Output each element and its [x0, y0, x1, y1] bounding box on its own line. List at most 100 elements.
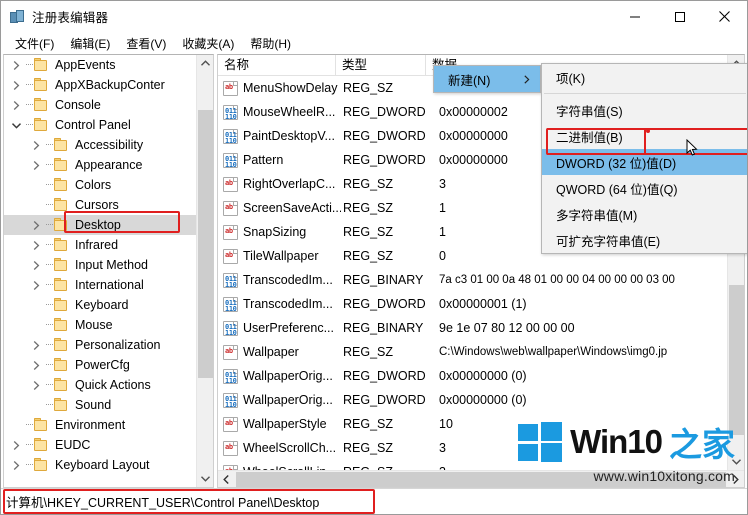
tree-node-environment[interactable]: Environment	[4, 415, 196, 435]
chevron-right-icon[interactable]	[28, 215, 44, 235]
context-menu-item-0[interactable]: 项(K)	[542, 64, 747, 90]
tree-vertical-scrollbar[interactable]	[196, 55, 213, 487]
tree-node-infrared[interactable]: Infrared	[4, 235, 196, 255]
menu-edit[interactable]: 编辑(E)	[62, 33, 118, 54]
value-name-cell: UserPreferenc...	[243, 321, 335, 335]
context-menu-item-new[interactable]: 新建(N)	[434, 66, 540, 92]
tree-node-label: Control Panel	[55, 118, 131, 132]
binary-value-icon: 011 110	[223, 128, 238, 144]
registry-tree[interactable]: AppEvents AppXBackupConter Console Control …	[4, 55, 196, 487]
context-menu-item-3[interactable]: DWORD (32 位)值(D)	[542, 149, 747, 175]
chevron-right-icon[interactable]	[28, 235, 44, 255]
tree-node-powercfg[interactable]: PowerCfg	[4, 355, 196, 375]
chevron-right-icon[interactable]	[8, 75, 24, 95]
table-row[interactable]: 011 110 TranscodedIm... REG_DWORD 0x00000001…	[218, 292, 728, 316]
chevron-right-icon[interactable]	[28, 375, 44, 395]
folder-icon	[54, 298, 70, 312]
value-type-cell: REG_BINARY	[343, 321, 424, 335]
binary-value-icon: 011 110	[223, 296, 238, 312]
context-menu-item-1[interactable]: 字符串值(S)	[542, 97, 747, 123]
table-row[interactable]: 011 110 WallpaperOrig... REG_DWORD 0x0000000…	[218, 388, 728, 412]
menu-favorites[interactable]: 收藏夹(A)	[174, 33, 242, 54]
chevron-right-icon[interactable]	[8, 55, 24, 75]
tree-node-cursors[interactable]: Cursors	[4, 195, 196, 215]
value-name-cell: TranscodedIm...	[243, 273, 333, 287]
tree-node-eudc[interactable]: EUDC	[4, 435, 196, 455]
folder-icon	[54, 378, 70, 392]
folder-icon	[34, 78, 50, 92]
tree-node-keyboard[interactable]: Keyboard	[4, 295, 196, 315]
table-row[interactable]: ab WheelScrollCh... REG_SZ 3	[218, 436, 728, 460]
table-row[interactable]: ab WallpaperStyle REG_SZ 10	[218, 412, 728, 436]
table-row[interactable]: abWheelScrollLin...REG_SZ3	[218, 460, 728, 470]
tree-scroll-down-arrow[interactable]	[197, 470, 213, 487]
table-row[interactable]: 011 110 UserPreferenc... REG_BINARY 9e 1e 07…	[218, 316, 728, 340]
tree-scroll-up-arrow[interactable]	[197, 55, 213, 72]
tree-node-desktop[interactable]: Desktop	[4, 215, 196, 235]
tree-node-international[interactable]: International	[4, 275, 196, 295]
chevron-right-icon[interactable]	[28, 135, 44, 155]
tree-node-appearance[interactable]: Appearance	[4, 155, 196, 175]
context-menu-item-6[interactable]: 可扩充字符串值(E)	[542, 227, 747, 253]
table-row[interactable]: 011 110 WallpaperOrig... REG_DWORD 0x0000000…	[218, 364, 728, 388]
chevron-right-icon[interactable]	[28, 255, 44, 275]
chevron-right-icon[interactable]	[28, 355, 44, 375]
table-row[interactable]: 011 110 TranscodedIm... REG_BINARY 7a c3 01 …	[218, 268, 728, 292]
list-horizontal-scrollbar[interactable]	[218, 470, 744, 487]
chevron-down-icon[interactable]	[8, 115, 24, 135]
title-bar: 注册表编辑器	[1, 1, 747, 32]
folder-icon	[54, 398, 70, 412]
value-type-cell: REG_BINARY	[343, 273, 424, 287]
context-menu-item-4[interactable]: QWORD (64 位)值(Q)	[542, 175, 747, 201]
tree-node-label: Console	[55, 98, 101, 112]
chevron-right-icon[interactable]	[8, 95, 24, 115]
maximize-button[interactable]	[657, 1, 702, 32]
context-submenu-new-types[interactable]: 项(K) 字符串值(S) 二进制值(B) DWORD (32 位)值(D) QWORD …	[541, 63, 747, 254]
list-hscrollbar-thumb[interactable]	[236, 472, 726, 487]
tree-node-sound[interactable]: Sound	[4, 395, 196, 415]
list-scroll-right-arrow[interactable]	[727, 471, 744, 487]
tree-connector-line	[44, 155, 54, 175]
tree-node-colors[interactable]: Colors	[4, 175, 196, 195]
context-menu-new[interactable]: 新建(N)	[433, 65, 541, 93]
tree-node-label: Appearance	[75, 158, 143, 172]
tree-node-quick-actions[interactable]: Quick Actions	[4, 375, 196, 395]
value-name-cell: MenuShowDelay	[243, 81, 338, 95]
minimize-button[interactable]	[612, 1, 657, 32]
chevron-right-icon[interactable]	[28, 155, 44, 175]
value-name-cell: SnapSizing	[243, 225, 307, 239]
tree-node-input-method[interactable]: Input Method	[4, 255, 196, 275]
list-scroll-down-arrow[interactable]	[728, 453, 744, 470]
tree-node-mouse[interactable]: Mouse	[4, 315, 196, 335]
list-scrollbar-thumb[interactable]	[729, 285, 744, 435]
tree-node-console[interactable]: Console	[4, 95, 196, 115]
chevron-right-icon[interactable]	[28, 335, 44, 355]
chevron-right-icon[interactable]	[8, 455, 24, 475]
tree-node-appevents[interactable]: AppEvents	[4, 55, 196, 75]
tree-node-label: Accessibility	[75, 138, 144, 152]
tree-node-personalization[interactable]: Personalization	[4, 335, 196, 355]
chevron-right-icon[interactable]	[8, 435, 24, 455]
tree-connector-line	[44, 235, 54, 255]
menu-view[interactable]: 查看(V)	[118, 33, 174, 54]
column-header-name[interactable]: 名称	[218, 55, 336, 76]
column-header-type[interactable]: 类型	[336, 55, 426, 76]
context-menu-item-label: 项(K)	[556, 71, 586, 86]
tree-node-control-panel[interactable]: Control Panel	[4, 115, 196, 135]
chevron-right-icon[interactable]	[28, 275, 44, 295]
menu-help[interactable]: 帮助(H)	[242, 33, 299, 54]
tree-node-appxbackupconter[interactable]: AppXBackupConter	[4, 75, 196, 95]
tree-node-accessibility[interactable]: Accessibility	[4, 135, 196, 155]
table-row[interactable]: ab Wallpaper REG_SZ C:\Windows\web\wallpape…	[218, 340, 728, 364]
menu-file[interactable]: 文件(F)	[7, 33, 62, 54]
list-scroll-left-arrow[interactable]	[218, 471, 235, 487]
context-menu-item-5[interactable]: 多字符串值(M)	[542, 201, 747, 227]
registry-editor-window: 注册表编辑器 文件(F) 编辑(E) 查看(V) 收藏夹(A) 帮助(H) Ap…	[0, 0, 748, 515]
context-menu-item-2[interactable]: 二进制值(B)	[542, 123, 747, 149]
tree-node-keyboard-layout[interactable]: Keyboard Layout	[4, 455, 196, 475]
tree-scrollbar-thumb[interactable]	[198, 110, 213, 378]
folder-icon	[54, 218, 70, 232]
close-button[interactable]	[702, 1, 747, 32]
